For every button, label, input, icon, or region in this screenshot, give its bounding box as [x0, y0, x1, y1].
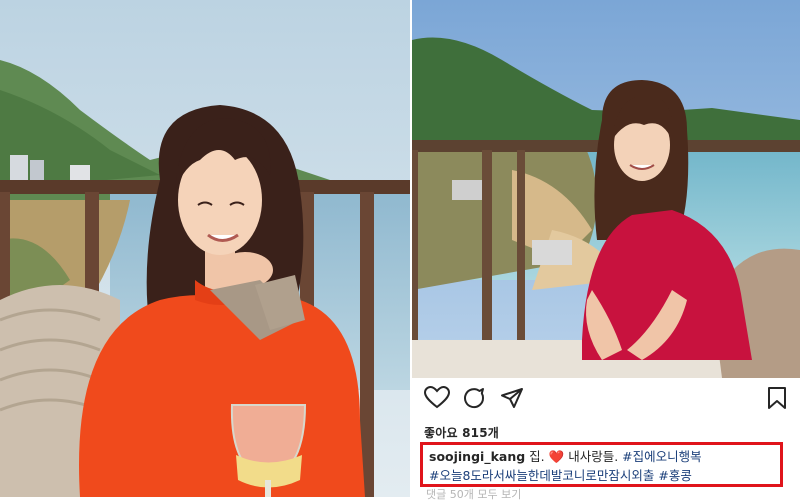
caption-text: 집. [529, 449, 545, 464]
heart-emoji: ❤️ [548, 449, 565, 464]
instagram-post-bar: 좋아요 815개 soojingi_kang 집. ❤️ 내사랑들. #집에오니… [412, 378, 800, 501]
hashtag-link[interactable]: #집에오니행복 [622, 449, 701, 464]
likes-count[interactable]: 좋아요 815개 [424, 424, 499, 441]
bookmark-icon[interactable] [766, 386, 794, 414]
username-link[interactable]: soojingi_kang [429, 449, 525, 464]
caption-line-1: soojingi_kang 집. ❤️ 내사랑들. #집에오니행복 [429, 447, 774, 466]
heart-icon[interactable] [424, 386, 452, 414]
caption-line-2: #오늘8도라서싸늘한데발코니로만잠시외출 #홍콩 [429, 466, 774, 485]
hashtag-link[interactable]: #홍콩 [658, 468, 691, 483]
action-bar [424, 386, 794, 416]
caption-highlight-box: soojingi_kang 집. ❤️ 내사랑들. #집에오니행복 #오늘8도라… [420, 442, 783, 487]
right-photo[interactable] [412, 0, 800, 378]
caption-text: 내사랑들. [568, 449, 619, 464]
left-photo [0, 0, 411, 497]
likes-number: 815개 [462, 426, 500, 440]
view-comments-link[interactable]: 댓글 50개 모두 보기 [426, 486, 521, 502]
comment-icon[interactable] [462, 386, 490, 414]
paper-plane-icon[interactable] [500, 386, 528, 414]
likes-label: 좋아요 [424, 426, 458, 440]
hashtag-link[interactable]: #오늘8도라서싸늘한데발코니로만잠시외출 [429, 468, 654, 483]
